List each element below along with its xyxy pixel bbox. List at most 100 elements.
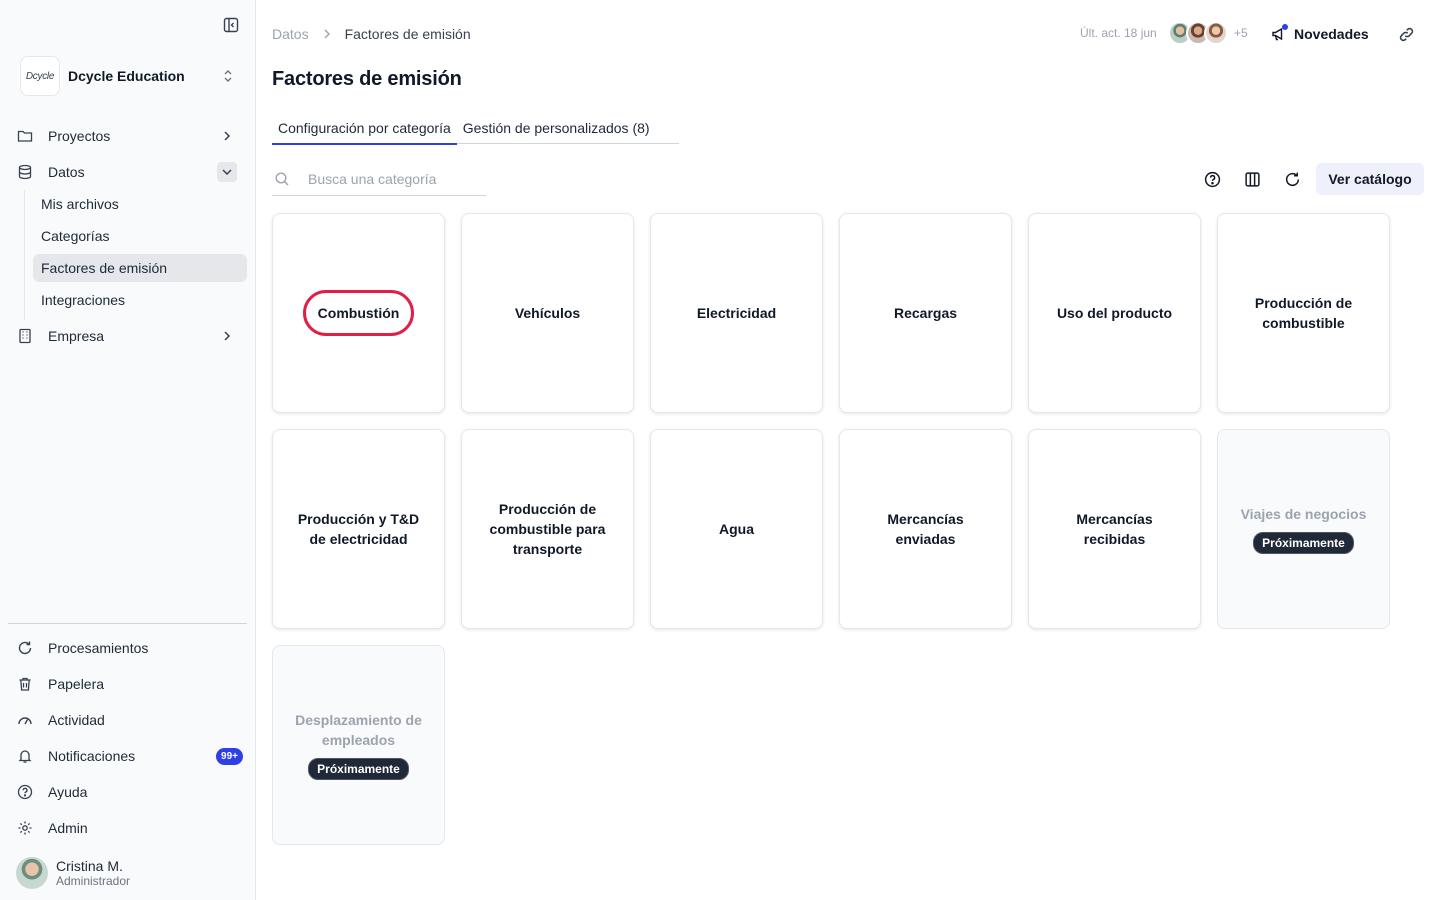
sidebar-item-procesamientos[interactable]: Procesamientos xyxy=(8,632,247,664)
category-card: Viajes de negocios Próximamente xyxy=(1217,429,1390,629)
category-card-title: Uso del producto xyxy=(1056,305,1173,321)
refresh-icon xyxy=(16,639,34,657)
category-card: Desplazamiento de empleados Próximamente xyxy=(272,645,445,845)
collapse-sidebar-icon[interactable] xyxy=(221,15,241,35)
category-card-title: Combustión xyxy=(302,290,415,336)
chevron-down-icon[interactable] xyxy=(217,162,237,182)
sidebar-item-proyectos[interactable]: Proyectos xyxy=(8,120,247,152)
category-card-title: Desplazamiento de empleados xyxy=(295,712,422,748)
chevron-right-icon[interactable] xyxy=(217,126,237,146)
refresh-icon[interactable] xyxy=(1281,168,1303,190)
sidebar-item-actividad[interactable]: Actividad xyxy=(8,704,247,736)
help-icon[interactable] xyxy=(1201,168,1223,190)
gear-icon xyxy=(16,819,34,837)
sidebar-subitem-categorias[interactable]: Categorías xyxy=(33,222,247,250)
sidebar-item-label: Ayuda xyxy=(48,784,88,800)
sidebar-item-label: Procesamientos xyxy=(48,640,149,656)
breadcrumb-datos[interactable]: Datos xyxy=(272,26,309,42)
search-icon xyxy=(274,171,290,187)
sidebar: Dcycle Dcycle Education Proyectos Datos … xyxy=(0,0,256,900)
breadcrumb: Datos Factores de emisión xyxy=(272,24,471,44)
org-name: Dcycle Education xyxy=(68,68,185,84)
sidebar-subitem-factores-de-emision[interactable]: Factores de emisión xyxy=(33,254,247,282)
chevron-right-icon[interactable] xyxy=(217,326,237,346)
category-card[interactable]: Combustión xyxy=(272,213,445,413)
sidebar-item-label: Proyectos xyxy=(48,128,111,144)
chevron-up-down-icon xyxy=(220,68,236,84)
sidebar-item-label: Datos xyxy=(48,164,85,180)
sidebar-subitem-mis-archivos[interactable]: Mis archivos xyxy=(33,190,247,218)
folder-icon xyxy=(16,127,34,145)
sidebar-item-admin[interactable]: Admin xyxy=(8,812,247,844)
category-card-title: Viajes de negocios xyxy=(1240,506,1367,522)
sidebar-subitem-integraciones[interactable]: Integraciones xyxy=(33,286,247,314)
category-card-title: Recargas xyxy=(893,305,958,321)
trash-icon xyxy=(16,675,34,693)
category-card[interactable]: Mercancías enviadas xyxy=(839,429,1012,629)
organization-switcher[interactable]: Dcycle Dcycle Education xyxy=(20,56,240,96)
notifications-count-badge: 99+ xyxy=(216,747,243,765)
user-profile[interactable]: Cristina M. Administrador xyxy=(16,856,130,890)
submenu-guide-line xyxy=(24,190,25,320)
category-card[interactable]: Mercancías recibidas xyxy=(1028,429,1201,629)
category-card-title: Vehículos xyxy=(514,305,581,321)
category-card-title: Producción de combustible para transport… xyxy=(489,501,606,557)
sidebar-item-label: Papelera xyxy=(48,676,105,692)
bell-icon xyxy=(16,747,34,765)
coming-soon-badge: Próximamente xyxy=(308,758,409,780)
sidebar-divider xyxy=(8,623,247,624)
category-card[interactable]: Producción de combustible para transport… xyxy=(461,429,634,629)
tab-configuracion-por-categoria[interactable]: Configuración por categoría xyxy=(272,112,457,145)
user-name: Cristina M. xyxy=(56,858,123,874)
sidebar-item-label: Admin xyxy=(48,820,88,836)
sidebar-item-label: Actividad xyxy=(48,712,105,728)
avatar xyxy=(16,857,48,889)
category-card[interactable]: Agua xyxy=(650,429,823,629)
org-logo: Dcycle xyxy=(20,56,60,96)
search-bar xyxy=(272,162,486,196)
collaborators-avatars[interactable]: +5 xyxy=(1168,21,1248,45)
building-icon xyxy=(16,327,34,345)
tabs: Configuración por categoría Gestión de p… xyxy=(272,112,679,145)
megaphone-icon xyxy=(1270,24,1288,43)
category-card[interactable]: Vehículos xyxy=(461,213,634,413)
category-card[interactable]: Uso del producto xyxy=(1028,213,1201,413)
gauge-icon xyxy=(16,711,34,729)
sidebar-item-datos[interactable]: Datos xyxy=(8,156,247,188)
user-role: Administrador xyxy=(56,874,131,888)
collaborators-more-count: +5 xyxy=(1234,26,1248,40)
sidebar-item-papelera[interactable]: Papelera xyxy=(8,668,247,700)
avatar xyxy=(1204,21,1228,45)
category-card-title: Producción de combustible xyxy=(1254,295,1353,331)
news-label: Novedades xyxy=(1294,26,1369,42)
category-card[interactable]: Producción y T&D de electricidad xyxy=(272,429,445,629)
category-card[interactable]: Recargas xyxy=(839,213,1012,413)
tab-gestion-de-personalizados[interactable]: Gestión de personalizados (8) xyxy=(457,112,656,144)
columns-icon[interactable] xyxy=(1241,168,1263,190)
help-circle-icon xyxy=(16,783,34,801)
chevron-right-icon xyxy=(323,28,331,40)
database-icon xyxy=(16,163,34,181)
sidebar-item-empresa[interactable]: Empresa xyxy=(8,320,247,352)
category-card[interactable]: Producción de combustible xyxy=(1217,213,1390,413)
category-card-title: Agua xyxy=(719,521,754,537)
category-card-title: Mercancías enviadas xyxy=(887,511,964,547)
category-card-title: Producción y T&D de electricidad xyxy=(297,511,420,547)
news-unread-dot xyxy=(1282,24,1288,30)
category-card-title: Mercancías recibidas xyxy=(1076,511,1153,547)
category-card[interactable]: Electricidad xyxy=(650,213,823,413)
link-icon[interactable] xyxy=(1396,24,1416,44)
sidebar-item-notificaciones[interactable]: Notificaciones 99+ xyxy=(8,740,247,772)
view-catalog-button[interactable]: Ver catálogo xyxy=(1316,163,1424,195)
sidebar-item-ayuda[interactable]: Ayuda xyxy=(8,776,247,808)
breadcrumb-current: Factores de emisión xyxy=(344,26,471,42)
coming-soon-badge: Próximamente xyxy=(1253,532,1354,554)
last-update-text: Últ. act. 18 jun xyxy=(1080,26,1157,40)
category-card-title: Electricidad xyxy=(696,305,777,321)
news-button[interactable]: Novedades xyxy=(1270,24,1369,44)
sidebar-item-label: Empresa xyxy=(48,328,105,344)
page-title: Factores de emisión xyxy=(272,68,462,90)
category-grid: Combustión Vehículos Electricidad Recargas U… xyxy=(272,213,1390,845)
search-input[interactable] xyxy=(308,170,478,187)
sidebar-item-label: Notificaciones xyxy=(48,748,136,764)
